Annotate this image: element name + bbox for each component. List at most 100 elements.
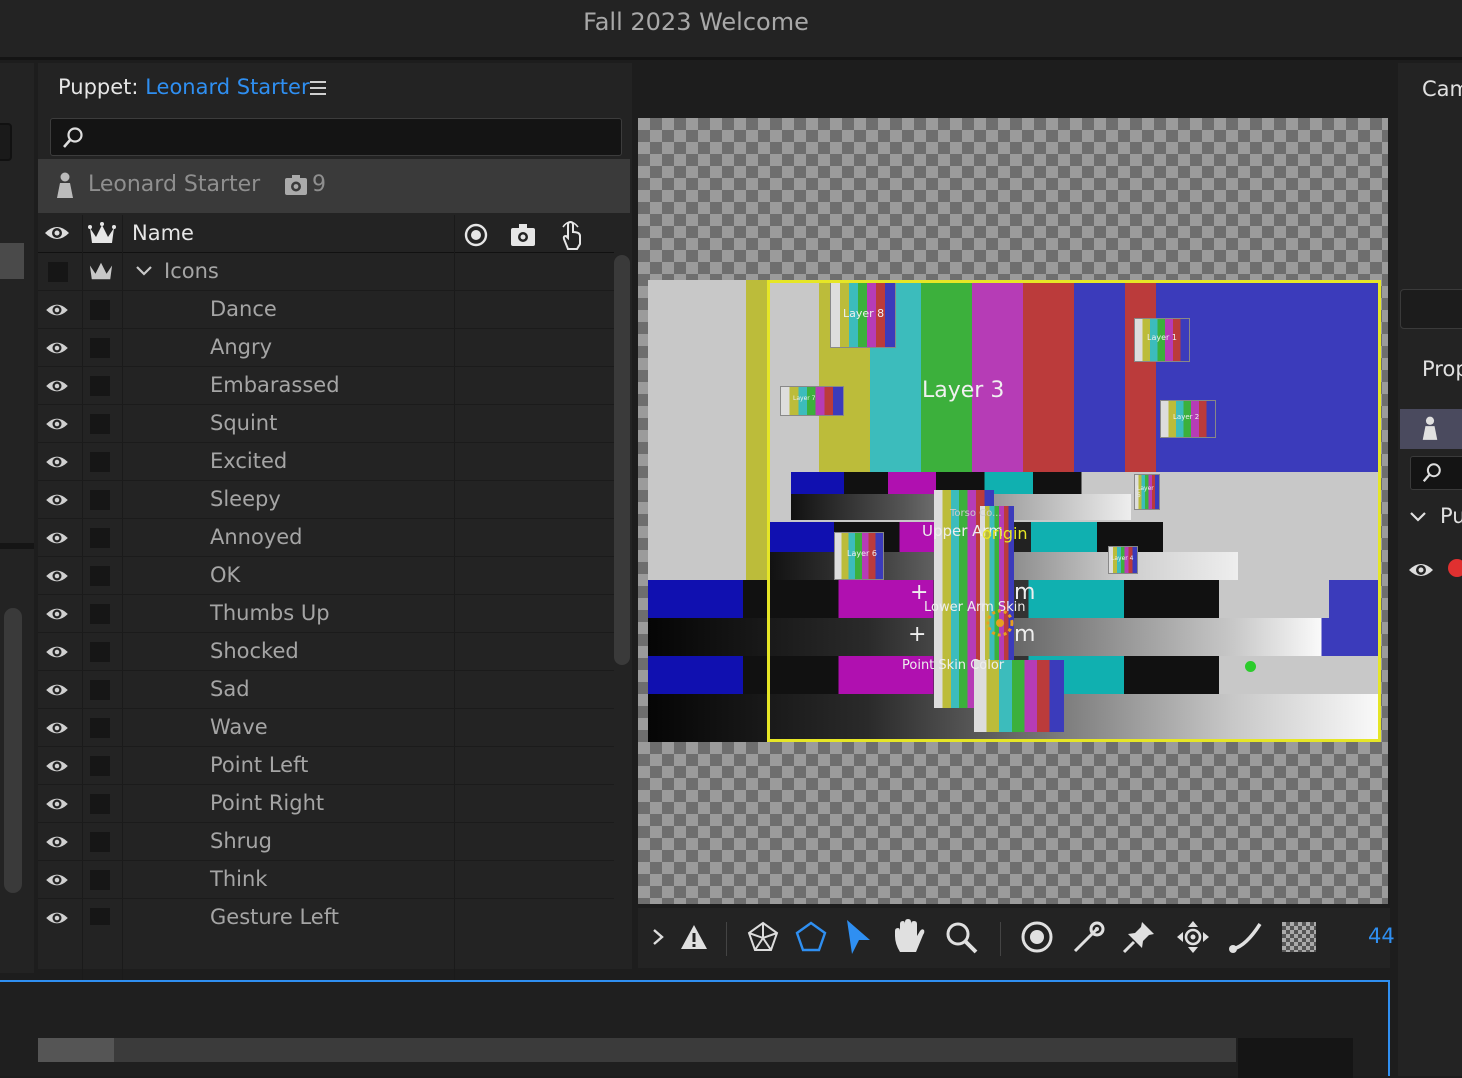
arm-toggle[interactable]	[90, 832, 110, 852]
visibility-eye-icon[interactable]	[44, 491, 70, 509]
arm-toggle[interactable]	[90, 528, 110, 548]
layer-row[interactable]: Thumbs Up	[38, 595, 614, 633]
visibility-eye-icon[interactable]	[44, 795, 70, 813]
visibility-eye-icon[interactable]	[44, 719, 70, 737]
visibility-eye-icon[interactable]	[44, 339, 70, 357]
transform-icon[interactable]	[1176, 920, 1210, 954]
layer-row[interactable]: Excited	[38, 443, 614, 481]
polygon-icon[interactable]	[794, 920, 828, 954]
arm-toggle[interactable]	[90, 604, 110, 624]
trigger-count-icon	[285, 175, 307, 195]
visibility-eye-icon[interactable]	[44, 833, 70, 851]
visibility-eye-icon[interactable]	[44, 529, 70, 547]
visibility-eye-icon[interactable]	[44, 377, 70, 395]
left-panel-button[interactable]	[0, 123, 12, 161]
warning-icon[interactable]	[680, 924, 708, 950]
layer-row[interactable]: Squint	[38, 405, 614, 443]
layer-row[interactable]: Point Right	[38, 785, 614, 823]
visibility-eye-icon[interactable]	[44, 415, 70, 433]
layer-row[interactable]: OK	[38, 557, 614, 595]
dragger-icon[interactable]	[1072, 920, 1106, 954]
touch-column-icon[interactable]	[558, 219, 586, 251]
record-indicator[interactable]	[1448, 559, 1462, 577]
layer-row[interactable]: Sleepy	[38, 481, 614, 519]
origin-tool-icon[interactable]	[1020, 920, 1054, 954]
visibility-toggle-empty[interactable]	[48, 262, 68, 282]
visibility-eye-icon[interactable]	[44, 757, 70, 775]
properties-search-input[interactable]	[1410, 456, 1462, 490]
arm-toggle[interactable]	[90, 908, 110, 925]
visibility-eye-icon[interactable]	[44, 871, 70, 889]
layer-name: Sad	[210, 677, 250, 701]
arm-toggle[interactable]	[90, 870, 110, 890]
scene-canvas[interactable]: Layer 8 Layer 1 Layer 7 Layer 2 Layer 6 …	[638, 118, 1388, 904]
timeline-scroll-track[interactable]	[38, 1038, 1236, 1062]
arm-toggle[interactable]	[90, 680, 110, 700]
visibility-eye-icon[interactable]	[44, 223, 70, 243]
arm-toggle[interactable]	[90, 718, 110, 738]
pin-icon[interactable]	[1122, 920, 1156, 954]
group-row-icons[interactable]: Icons	[38, 253, 614, 291]
arm-toggle[interactable]	[90, 300, 110, 320]
layer-row[interactable]: Shocked	[38, 633, 614, 671]
camera-panel-button[interactable]	[1400, 289, 1462, 329]
layer-name: Dance	[210, 297, 277, 321]
arm-toggle[interactable]	[90, 338, 110, 358]
camera-column-icon[interactable]	[510, 223, 536, 247]
arm-toggle[interactable]	[90, 794, 110, 814]
layer-row[interactable]: Think	[38, 861, 614, 899]
layer-name: Annoyed	[210, 525, 303, 549]
zoom-icon[interactable]	[944, 920, 978, 954]
layer-row[interactable]: Embarassed	[38, 367, 614, 405]
crown-icon[interactable]	[88, 221, 116, 247]
layer-row[interactable]: Sad	[38, 671, 614, 709]
search-icon	[1422, 463, 1441, 483]
zoom-level[interactable]: 44	[1368, 924, 1395, 948]
camera-panel-title: Cam	[1422, 77, 1462, 101]
layer-row[interactable]: Point Left	[38, 747, 614, 785]
timeline-scroll-thumb[interactable]	[38, 1038, 114, 1062]
layer-row[interactable]: Gesture Left	[38, 899, 614, 925]
mesh-icon[interactable]	[746, 920, 780, 954]
layer-row[interactable]: Angry	[38, 329, 614, 367]
visibility-eye-icon[interactable]	[44, 453, 70, 471]
visibility-eye-icon[interactable]	[44, 909, 70, 925]
chevron-down-icon[interactable]	[136, 265, 152, 277]
puppet-name-link[interactable]: Leonard Starter	[145, 75, 309, 99]
left-panel-selected-item[interactable]	[0, 243, 24, 279]
left-panel-scrollbar[interactable]	[4, 608, 22, 893]
visibility-eye-icon[interactable]	[44, 301, 70, 319]
search-input[interactable]	[50, 118, 622, 156]
select-arrow-icon[interactable]	[844, 918, 872, 956]
chevron-down-icon[interactable]	[1410, 511, 1426, 523]
layer-row[interactable]: Dance	[38, 291, 614, 329]
arm-toggle[interactable]	[90, 642, 110, 662]
arm-toggle[interactable]	[90, 452, 110, 472]
panel-menu-icon[interactable]	[310, 81, 326, 95]
transparency-grid-icon[interactable]	[1282, 922, 1316, 952]
layer-name: Shrug	[210, 829, 272, 853]
layer-list-scrollbar[interactable]	[614, 255, 630, 665]
visibility-eye-icon[interactable]	[44, 681, 70, 699]
visibility-eye-icon[interactable]	[44, 643, 70, 661]
visibility-eye-icon[interactable]	[44, 567, 70, 585]
visibility-eye-icon[interactable]	[1408, 560, 1434, 580]
arm-toggle[interactable]	[90, 756, 110, 776]
chevron-right-icon[interactable]	[652, 928, 664, 946]
arm-toggle[interactable]	[90, 490, 110, 510]
arm-toggle[interactable]	[90, 566, 110, 586]
record-column-icon[interactable]	[464, 223, 488, 247]
visibility-eye-icon[interactable]	[44, 605, 70, 623]
arm-toggle[interactable]	[90, 414, 110, 434]
layer-row[interactable]: Shrug	[38, 823, 614, 861]
hand-icon[interactable]	[892, 918, 926, 954]
layer-row[interactable]: Annoyed	[38, 519, 614, 557]
properties-puppet-tab[interactable]	[1400, 409, 1462, 449]
name-column-header[interactable]: Name	[132, 221, 194, 245]
layer-name: Point Left	[210, 753, 309, 777]
crown-icon[interactable]	[88, 259, 114, 283]
puppet-row[interactable]: Leonard Starter 9	[38, 159, 630, 213]
stick-icon[interactable]	[1228, 920, 1264, 954]
layer-row[interactable]: Wave	[38, 709, 614, 747]
arm-toggle[interactable]	[90, 376, 110, 396]
